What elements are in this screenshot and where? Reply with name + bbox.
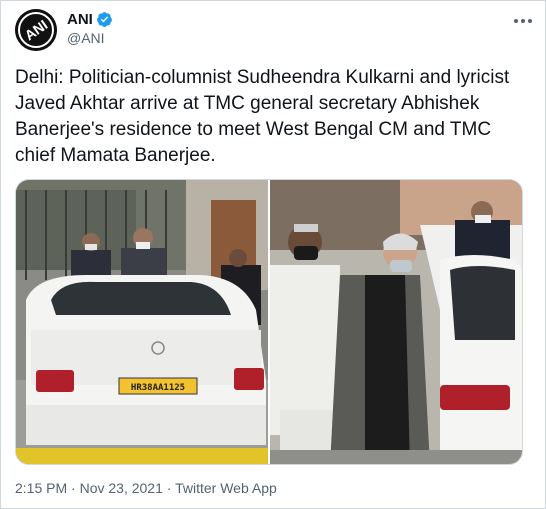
tweet-text: Delhi: Politician-columnist Sudheendra K… bbox=[15, 67, 510, 166]
tweet-time[interactable]: 2:15 PM bbox=[15, 480, 67, 496]
tweet-date[interactable]: Nov 23, 2021 bbox=[80, 480, 163, 496]
meta-separator-2: · bbox=[166, 480, 172, 496]
tweet-header: ANI ANI @ANI bbox=[15, 9, 535, 53]
media-grid: HR38AA1125 bbox=[15, 179, 523, 465]
tweet-card: ANI ANI @ANI Delhi: Politician-columnist… bbox=[0, 0, 546, 509]
photo-car-arrival[interactable]: HR38AA1125 bbox=[16, 180, 268, 464]
more-horizontal-icon[interactable] bbox=[513, 13, 533, 25]
author-names: ANI @ANI bbox=[67, 11, 113, 46]
photo-men-walking[interactable] bbox=[270, 180, 522, 464]
display-name-row: ANI bbox=[67, 11, 113, 28]
ani-logo-icon: ANI bbox=[15, 9, 57, 51]
number-plate-text: HR38AA1125 bbox=[131, 383, 185, 393]
avatar[interactable]: ANI bbox=[15, 9, 57, 51]
verified-badge-icon bbox=[96, 11, 113, 28]
handle[interactable]: @ANI bbox=[67, 30, 113, 46]
tweet-meta: 2:15 PM · Nov 23, 2021 · Twitter Web App bbox=[15, 480, 277, 496]
tweet-source[interactable]: Twitter Web App bbox=[175, 480, 277, 496]
meta-separator-1: · bbox=[71, 480, 76, 496]
display-name[interactable]: ANI bbox=[67, 11, 93, 28]
